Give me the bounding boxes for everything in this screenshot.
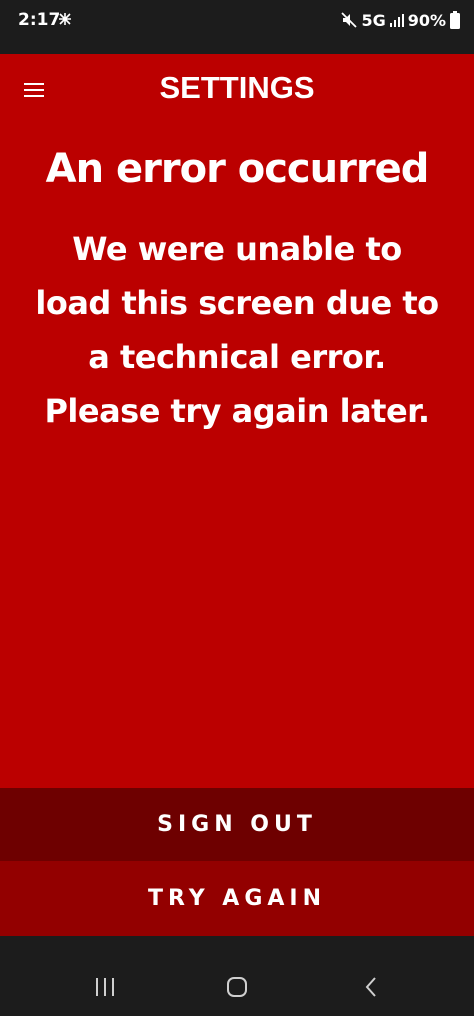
page-title: SETTINGS [159, 70, 315, 105]
home-icon[interactable] [222, 972, 252, 1002]
error-screen: SETTINGS An error occurred We were unabl… [0, 54, 474, 788]
sign-out-button[interactable]: SIGN OUT [0, 788, 474, 861]
back-icon[interactable] [356, 972, 386, 1002]
error-message: We were unable to load this screen due t… [35, 230, 439, 430]
status-time: 2:17 [18, 10, 61, 30]
notification-icon [59, 13, 71, 25]
network-type: 5G [361, 10, 386, 30]
status-indicators: 5G 90% [341, 9, 460, 31]
mute-icon [341, 12, 358, 28]
try-again-button[interactable]: TRY AGAIN [0, 861, 474, 936]
system-nav-bar [0, 936, 474, 1016]
battery-icon [450, 11, 460, 29]
error-title: An error occurred [45, 146, 430, 192]
status-bar: 2:17 5G 90% [0, 0, 474, 40]
battery-percent: 90% [407, 10, 446, 30]
signal-icon [389, 14, 404, 27]
recents-icon[interactable] [90, 972, 120, 1002]
